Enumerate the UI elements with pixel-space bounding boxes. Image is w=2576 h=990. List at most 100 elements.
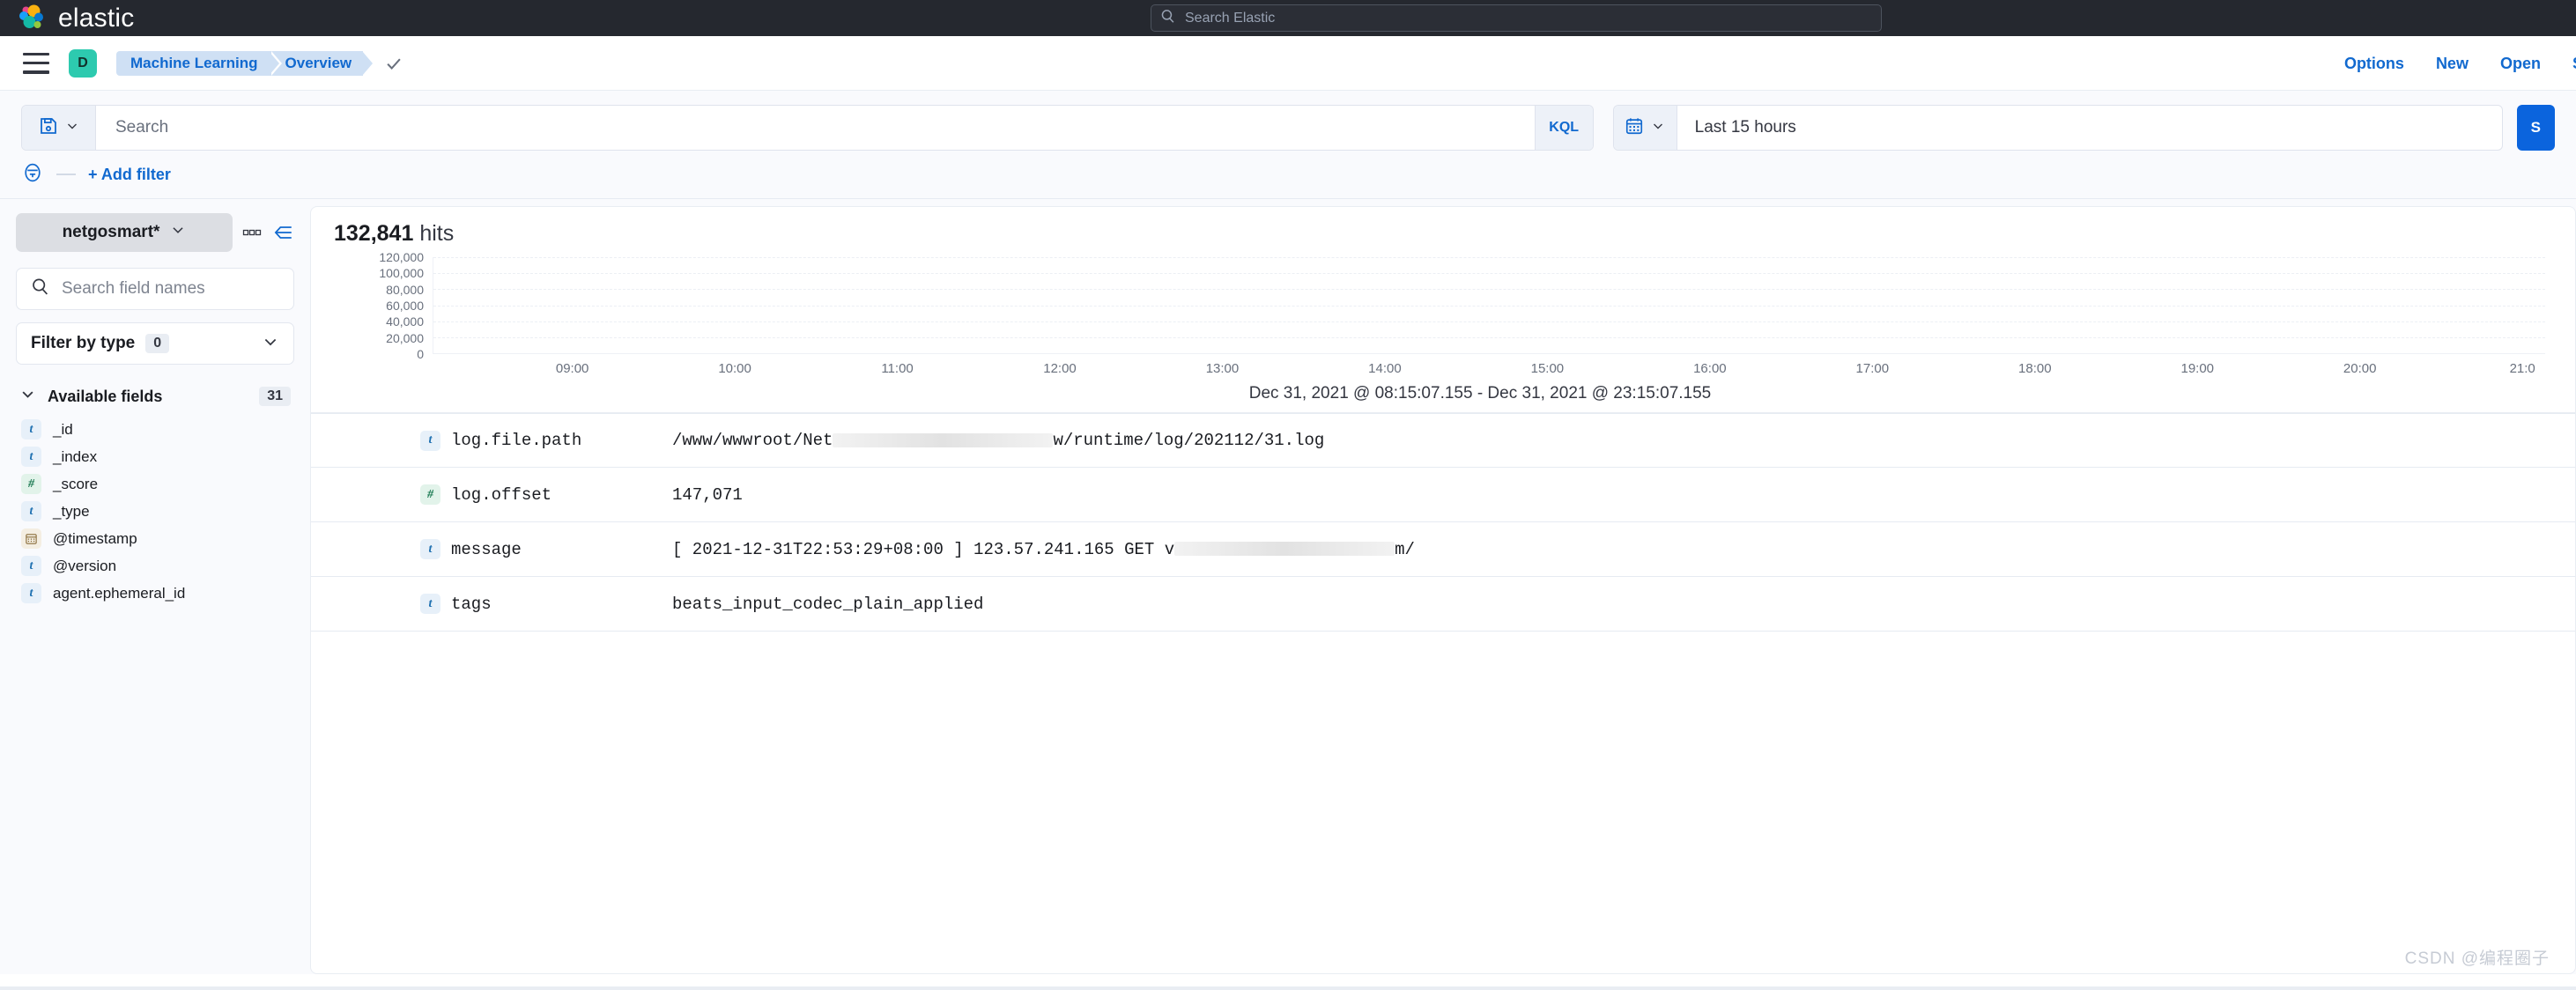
chevron-down-icon xyxy=(262,333,279,355)
global-search-placeholder: Search Elastic xyxy=(1185,10,1276,26)
table-row[interactable]: t message [ 2021-12-31T22:53:29+08:00 ] 12… xyxy=(311,522,2575,577)
chart-x-tick: 17:00 xyxy=(1855,361,1890,376)
options-button[interactable]: Options xyxy=(2344,55,2404,73)
chart-gridline xyxy=(433,257,2545,258)
chart-plot[interactable] xyxy=(433,257,2545,354)
chart-x-tick: 20:00 xyxy=(2343,361,2377,376)
chevron-down-icon xyxy=(170,222,186,243)
chart-x-tick: 09:00 xyxy=(555,361,589,376)
chart-plot-area: 120,000 100,000 80,000 60,000 40,000 20,000 0 xyxy=(334,250,2545,361)
field-list-item[interactable]: # _score xyxy=(16,470,294,498)
available-field-list: t _id t _index # _score t _type @timestamp t @vers… xyxy=(16,416,294,607)
share-button[interactable]: Shar xyxy=(2572,55,2576,73)
elastic-brand[interactable]: elastic xyxy=(16,3,134,34)
histogram-chart: 120,000 100,000 80,000 60,000 40,000 20,000 0 … xyxy=(311,250,2575,412)
search-input[interactable]: Search xyxy=(96,106,1535,150)
chart-x-tick: 15:00 xyxy=(1530,361,1565,376)
redacted-text xyxy=(1174,542,1395,557)
hits-count: 132,841 xyxy=(334,221,414,246)
date-range-value[interactable]: Last 15 hours xyxy=(1677,106,2502,150)
field-name: agent.ephemeral_id xyxy=(53,584,186,602)
available-fields-count: 31 xyxy=(259,387,291,406)
available-fields-header[interactable]: Available fields 31 xyxy=(16,380,294,412)
query-bar-area: Search KQL Last 15 hours S + Add filter xyxy=(0,91,2576,199)
doc-value-text: [ 2021-12-31T22:53:29+08:00 ] 123.57.241… xyxy=(672,539,1175,559)
table-row[interactable]: # log.offset 147,071 xyxy=(311,468,2575,522)
elastic-logo-icon xyxy=(16,3,48,34)
field-name: _type xyxy=(53,502,90,520)
open-button[interactable]: Open xyxy=(2500,55,2541,73)
table-row[interactable]: t log.file.path/www/wwwroot/Net w/runtime/… xyxy=(311,413,2575,468)
add-filter-button[interactable]: + Add filter xyxy=(88,166,171,184)
calendar-icon xyxy=(1625,116,1644,140)
chart-y-axis: 120,000 100,000 80,000 60,000 40,000 20,000 0 xyxy=(334,250,433,361)
field-list-item[interactable]: t agent.ephemeral_id xyxy=(16,580,294,607)
field-name: @timestamp xyxy=(53,529,137,547)
doc-field-cell: # log.offset xyxy=(311,484,672,505)
redacted-text xyxy=(833,432,1054,447)
discover-results-card: 132,841 hits 120,000 100,000 80,000 60,000 4… xyxy=(310,206,2576,974)
discover-body: netgosmart* Search field names Filter by… xyxy=(0,199,2576,974)
filter-by-type-label: Filter by type xyxy=(31,334,136,352)
saved-query-button[interactable] xyxy=(22,106,96,150)
hamburger-menu-icon[interactable] xyxy=(23,52,49,74)
breadcrumb-item-machine-learning[interactable]: Machine Learning xyxy=(116,50,282,76)
filter-by-type-button[interactable]: Filter by type 0 xyxy=(16,322,294,365)
kql-language-button[interactable]: KQL xyxy=(1534,106,1593,150)
global-header: elastic Search Elastic xyxy=(0,0,2576,36)
space-avatar[interactable]: D xyxy=(69,48,97,78)
save-disk-icon xyxy=(39,116,58,140)
doc-value-cell: beats_input_codec_plain_applied xyxy=(672,595,983,614)
chart-x-axis: 09:00 10:00 11:00 12:00 13:00 14:00 15:00 16:00… xyxy=(433,354,2545,384)
date-quick-select-button[interactable] xyxy=(1613,106,1677,150)
breadcrumb-item-overview[interactable]: Overview xyxy=(269,50,375,76)
doc-value-cell: /www/wwwroot/Net w/runtime/log/202112/31.… xyxy=(672,431,1324,450)
horizontal-scrollbar[interactable] xyxy=(0,986,2576,990)
doc-value-text: w/runtime/log/202112/31.log xyxy=(1053,431,1325,450)
filter-divider xyxy=(56,174,76,175)
chart-y-tick: 60,000 xyxy=(386,299,424,313)
field-type-t-icon: t xyxy=(21,501,41,521)
field-type-t-icon: t xyxy=(21,583,41,603)
collapse-panel-icon[interactable] xyxy=(271,221,294,244)
chart-y-tick: 0 xyxy=(417,347,424,361)
doc-field-name: tags xyxy=(451,594,492,614)
query-row: Search KQL Last 15 hours S xyxy=(21,105,2555,151)
index-pattern-select[interactable]: netgosmart* xyxy=(16,213,233,252)
search-placeholder: Search xyxy=(115,118,169,137)
field-name: _index xyxy=(53,447,98,465)
field-list-item[interactable]: t _index xyxy=(16,443,294,470)
field-type-num-icon: # xyxy=(21,474,41,494)
field-type-t-icon: t xyxy=(21,419,41,440)
app-grid-icon[interactable] xyxy=(241,222,263,243)
doc-value-text: 147,071 xyxy=(672,484,743,505)
chevron-down-icon xyxy=(65,119,79,137)
chart-x-tick: 16:00 xyxy=(1693,361,1727,376)
chart-gridline xyxy=(433,289,2545,291)
chart-x-tick: 14:00 xyxy=(1368,361,1402,376)
discover-main-panel: 132,841 hits 120,000 100,000 80,000 60,000 4… xyxy=(310,199,2576,974)
filter-icon[interactable] xyxy=(21,161,44,188)
field-list-item[interactable]: t @version xyxy=(16,552,294,580)
check-icon[interactable] xyxy=(384,54,403,73)
field-list-item[interactable]: @timestamp xyxy=(16,525,294,552)
field-list-item[interactable]: t _id xyxy=(16,416,294,443)
update-query-button[interactable]: S xyxy=(2516,105,2555,151)
global-search-input[interactable]: Search Elastic xyxy=(1151,4,1882,32)
chart-time-range-caption: Dec 31, 2021 @ 08:15:07.155 - Dec 31, 20… xyxy=(1248,384,1712,403)
chart-x-tick: 12:00 xyxy=(1043,361,1077,376)
document-field-table: t log.file.path/www/wwwroot/Net w/runtime/… xyxy=(311,412,2575,973)
search-field-names-placeholder: Search field names xyxy=(62,279,205,298)
field-list-item[interactable]: t _type xyxy=(16,498,294,525)
filter-by-type-count: 0 xyxy=(145,334,170,353)
doc-field-name: log.file.path xyxy=(451,431,582,450)
breadcrumb-nav-bar: D Machine Learning Overview Options New … xyxy=(0,36,2576,91)
search-field-names-input[interactable]: Search field names xyxy=(16,268,294,310)
search-icon xyxy=(1160,9,1175,28)
doc-field-cell: t tags xyxy=(311,594,672,614)
new-button[interactable]: New xyxy=(2436,55,2469,73)
chart-gridline xyxy=(433,305,2545,307)
doc-field-cell: t log.file.path xyxy=(311,430,672,451)
nav-actions: Options New Open Shar xyxy=(2344,36,2576,91)
table-row[interactable]: t tags beats_input_codec_plain_applied xyxy=(311,577,2575,632)
